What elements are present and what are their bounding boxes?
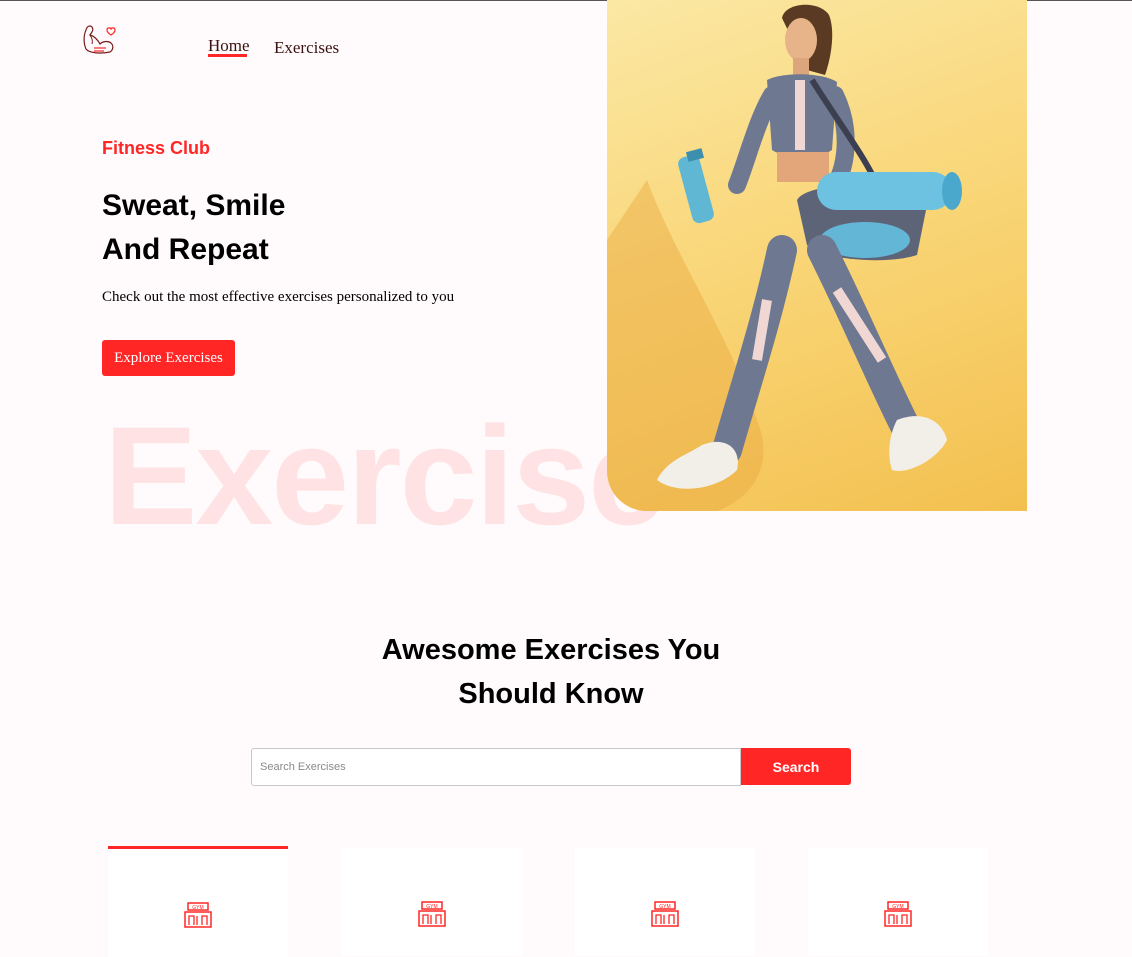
flexed-bicep-heart-icon[interactable] (80, 22, 116, 56)
nav-active-indicator (208, 54, 247, 57)
section-title: Awesome Exercises You Should Know (316, 628, 786, 716)
gym-building-icon: GYM (884, 901, 912, 927)
category-card[interactable]: GYM (342, 848, 522, 956)
section-title-line-2: Should Know (458, 678, 644, 710)
svg-text:GYM: GYM (192, 905, 203, 911)
hero-title: Sweat, Smile And Repeat (102, 184, 285, 272)
category-card[interactable]: GYM (808, 848, 988, 956)
hero-subtitle: Check out the most effective exercises p… (102, 289, 455, 305)
woman-walking-illustration (607, 4, 962, 511)
search-input[interactable] (251, 748, 741, 786)
explore-exercises-button[interactable]: Explore Exercises (102, 340, 235, 376)
nav-link-home[interactable]: Home (208, 36, 250, 56)
hero-image (607, 0, 1027, 511)
svg-text:GYM: GYM (426, 904, 437, 910)
hero-kicker: Fitness Club (102, 138, 211, 158)
section-title-line-1: Awesome Exercises You (381, 634, 721, 666)
hero-title-line-2: And Repeat (102, 233, 269, 266)
category-card[interactable]: GYM (108, 846, 288, 957)
nav-link-exercises[interactable]: Exercises (274, 38, 339, 58)
gym-building-icon: GYM (651, 901, 679, 927)
gym-building-icon: GYM (418, 901, 446, 927)
category-card[interactable]: GYM (575, 848, 755, 956)
svg-text:GYM: GYM (659, 904, 670, 910)
hero-background-word: Exercise (104, 397, 666, 554)
search-button[interactable]: Search (741, 748, 851, 785)
gym-building-icon: GYM (184, 902, 212, 928)
hero-title-line-1: Sweat, Smile (102, 189, 286, 222)
svg-text:GYM: GYM (892, 904, 903, 910)
